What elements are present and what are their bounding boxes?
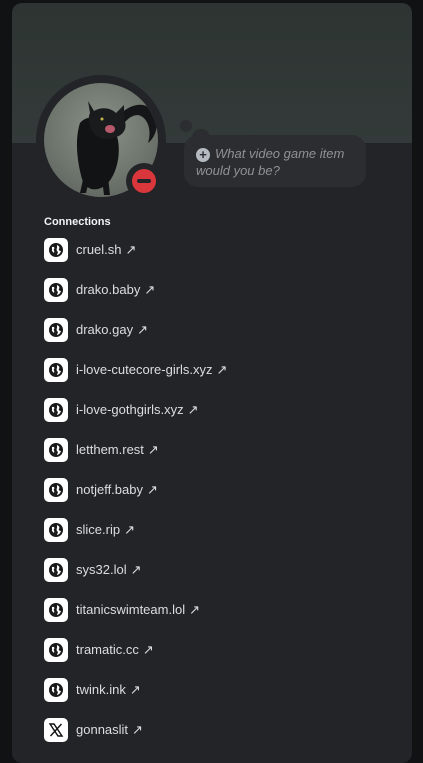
dnd-status-icon (132, 169, 156, 193)
connection-item[interactable]: i-love-cutecore-girls.xyz ↗ (44, 358, 227, 398)
connection-label: drako.gay (76, 322, 134, 337)
globe-icon (44, 598, 68, 622)
connection-label: cruel.sh (76, 242, 122, 257)
connection-item[interactable]: i-love-gothgirls.xyz ↗ (44, 398, 227, 438)
connection-item[interactable]: notjeff.baby ↗ (44, 478, 227, 518)
connection-label: titanicswimteam.lol (76, 602, 186, 617)
connection-label: letthem.rest (76, 442, 144, 457)
connection-label: gonnaslit (76, 722, 129, 737)
external-link-icon: ↗ (125, 242, 137, 257)
custom-status-bubble[interactable]: + What video game item would you be? (184, 135, 366, 187)
connection-item[interactable]: twink.ink ↗ (44, 678, 227, 718)
custom-status-placeholder: What video game item would you be? (196, 146, 345, 178)
external-link-icon: ↗ (147, 442, 159, 457)
connection-label: twink.ink (76, 682, 126, 697)
connection-item[interactable]: cruel.sh ↗ (44, 238, 227, 278)
connection-item[interactable]: gonnaslit ↗ (44, 718, 227, 758)
thought-bubble-dot-small (180, 120, 192, 132)
connection-item[interactable]: slice.rip ↗ (44, 518, 227, 558)
connection-item[interactable]: drako.baby ↗ (44, 278, 227, 318)
connections-list: cruel.sh ↗ drako.baby ↗ drako.gay ↗ i-lo… (44, 238, 227, 758)
connection-label: sys32.lol (76, 562, 127, 577)
connection-item[interactable]: tramatic.cc ↗ (44, 638, 227, 678)
add-status-icon: + (196, 148, 210, 162)
external-link-icon: ↗ (129, 682, 141, 697)
globe-icon (44, 358, 68, 382)
external-link-icon: ↗ (130, 562, 142, 577)
globe-icon (44, 518, 68, 542)
profile-card: + What video game item would you be? Conn… (12, 3, 412, 763)
external-link-icon: ↗ (146, 482, 158, 497)
connection-item[interactable]: letthem.rest ↗ (44, 438, 227, 478)
globe-icon (44, 638, 68, 662)
external-link-icon: ↗ (137, 322, 148, 337)
external-link-icon: ↗ (124, 522, 135, 537)
connection-item[interactable]: titanicswimteam.lol ↗ (44, 598, 227, 638)
globe-icon (44, 678, 68, 702)
connection-label: tramatic.cc (76, 642, 139, 657)
connection-label: i-love-cutecore-girls.xyz (76, 362, 213, 377)
globe-icon (44, 438, 68, 462)
globe-icon (44, 318, 68, 342)
external-link-icon: ↗ (132, 722, 143, 737)
status-indicator (126, 163, 162, 199)
connection-item[interactable]: drako.gay ↗ (44, 318, 227, 358)
x-logo-icon (44, 718, 68, 742)
external-link-icon: ↗ (216, 362, 228, 377)
external-link-icon: ↗ (142, 642, 154, 657)
globe-icon (44, 238, 68, 262)
external-link-icon: ↗ (144, 282, 156, 297)
external-link-icon: ↗ (187, 402, 199, 417)
globe-icon (44, 278, 68, 302)
connection-label: drako.baby (76, 282, 141, 297)
globe-icon (44, 398, 68, 422)
avatar-container[interactable] (36, 75, 166, 205)
connection-label: notjeff.baby (76, 482, 143, 497)
globe-icon (44, 558, 68, 582)
connection-label: i-love-gothgirls.xyz (76, 402, 184, 417)
globe-icon (44, 478, 68, 502)
connection-item[interactable]: sys32.lol ↗ (44, 558, 227, 598)
connections-heading: Connections (44, 216, 111, 228)
connection-label: slice.rip (76, 522, 121, 537)
external-link-icon: ↗ (189, 602, 200, 617)
